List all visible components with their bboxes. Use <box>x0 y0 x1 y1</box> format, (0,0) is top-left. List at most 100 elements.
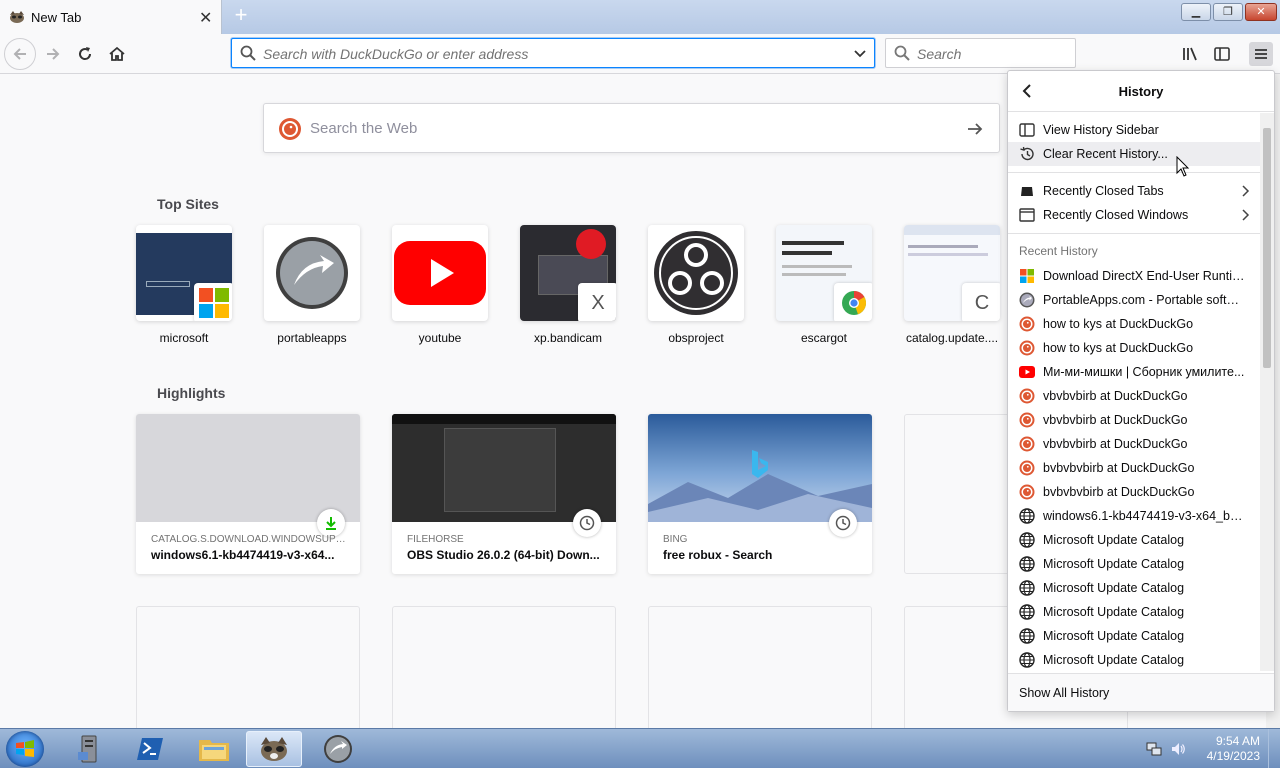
history-entry[interactable]: vbvbvbirb at DuckDuckGo <box>1008 432 1260 456</box>
chevron-right-icon <box>1242 185 1250 197</box>
close-window-button[interactable]: ✕ <box>1245 3 1277 21</box>
portableapps-icon <box>276 237 348 309</box>
hamburger-menu-icon <box>1255 49 1267 59</box>
show-desktop-button[interactable] <box>1268 729 1280 768</box>
history-entry-label: vbvbvbirb at DuckDuckGo <box>1043 413 1188 427</box>
history-entry[interactable]: vbvbvbirb at DuckDuckGo <box>1008 384 1260 408</box>
minimize-button[interactable]: ▁ <box>1181 3 1211 21</box>
open-menu-button[interactable] <box>1249 42 1273 66</box>
history-entry[interactable]: Download DirectX End-User Runtime... <box>1008 264 1260 288</box>
globe-icon <box>1019 556 1035 572</box>
top-site-label: escargot <box>800 331 848 345</box>
view-history-sidebar-item[interactable]: View History Sidebar <box>1008 118 1260 142</box>
top-site-label: xp.bandicam <box>533 331 603 345</box>
taskbar-powershell[interactable] <box>122 731 178 767</box>
history-entry[interactable]: Microsoft Update Catalog <box>1008 648 1260 672</box>
highlight-card[interactable]: BING free robux - Search <box>648 414 872 574</box>
taskbar-server-manager[interactable] <box>62 731 118 767</box>
history-scrollbar[interactable] <box>1260 113 1274 671</box>
reload-button[interactable] <box>69 38 101 70</box>
library-button[interactable] <box>1178 42 1202 66</box>
highlight-card[interactable]: CATALOG.S.DOWNLOAD.WINDOWSUPDA... window… <box>136 414 360 574</box>
history-entry[interactable]: Microsoft Update Catalog <box>1008 576 1260 600</box>
clock[interactable]: 9:54 AM 4/19/2023 <box>1207 734 1260 764</box>
top-site-label: portableapps <box>277 331 347 345</box>
separator <box>1008 172 1260 173</box>
history-entry[interactable]: Microsoft Update Catalog <box>1008 600 1260 624</box>
taskbar-explorer[interactable] <box>186 731 242 767</box>
chevron-down-icon[interactable] <box>852 45 868 61</box>
restore-icon: ❐ <box>1223 6 1233 18</box>
back-button[interactable] <box>4 38 36 70</box>
history-entry[interactable]: Microsoft Update Catalog <box>1008 552 1260 576</box>
top-site-youtube[interactable]: youtube <box>392 225 490 345</box>
site-thumbnail <box>776 225 872 321</box>
clock-date: 4/19/2023 <box>1206 749 1260 763</box>
top-site-label: catalog.update.... <box>905 331 999 345</box>
highlight-thumbnail <box>648 414 872 522</box>
history-entry[interactable]: Microsoft Update Catalog <box>1008 528 1260 552</box>
duckduckgo-icon <box>1019 412 1035 428</box>
history-panel: History View History Sidebar Clear Recen… <box>1007 70 1275 712</box>
system-tray <box>1146 741 1186 757</box>
search-icon <box>240 45 256 61</box>
search-bar-placeholder: Search <box>917 46 962 62</box>
history-entry[interactable]: how to kys at DuckDuckGo <box>1008 336 1260 360</box>
microsoft-icon <box>194 283 232 321</box>
site-thumbnail <box>648 225 744 321</box>
highlight-card[interactable]: FILEHORSE OBS Studio 26.0.2 (64-bit) Dow… <box>392 414 616 574</box>
history-entry-label: vbvbvbirb at DuckDuckGo <box>1043 437 1188 451</box>
taskbar-portableapps[interactable] <box>310 731 366 767</box>
top-site-escargot[interactable]: escargot <box>776 225 874 345</box>
new-tab-button[interactable]: + <box>230 4 252 27</box>
forward-button[interactable] <box>37 38 69 70</box>
top-site-bandicam[interactable]: X xp.bandicam <box>520 225 618 345</box>
history-icon <box>1019 146 1035 162</box>
history-entry[interactable]: how to kys at DuckDuckGo <box>1008 312 1260 336</box>
recently-closed-tabs-item[interactable]: Recently Closed Tabs <box>1008 179 1260 203</box>
history-entry[interactable]: Ми-ми-мишки | Сборник умилите... <box>1008 360 1260 384</box>
top-site-microsoft[interactable]: microsoft <box>136 225 234 345</box>
arrow-right-icon[interactable] <box>965 119 985 139</box>
address-bar-placeholder: Search with DuckDuckGo or enter address <box>263 46 529 62</box>
history-entry[interactable]: PortableApps.com - Portable softwa... <box>1008 288 1260 312</box>
search-bar[interactable]: Search <box>885 38 1076 68</box>
scrollbar-thumb[interactable] <box>1263 128 1271 368</box>
top-sites-heading: Top Sites <box>157 196 219 212</box>
duckduckgo-icon <box>1019 316 1035 332</box>
address-bar[interactable]: Search with DuckDuckGo or enter address <box>231 38 875 68</box>
network-icon[interactable] <box>1146 741 1162 757</box>
top-site-obsproject[interactable]: obsproject <box>648 225 746 345</box>
history-entry[interactable]: windows6.1-kb4474419-v3-x64_b561... <box>1008 504 1260 528</box>
history-entry[interactable]: vbvbvbirb at DuckDuckGo <box>1008 408 1260 432</box>
web-search-placeholder: Search the Web <box>310 120 418 137</box>
history-entry[interactable]: bvbvbvbirb at DuckDuckGo <box>1008 456 1260 480</box>
recently-closed-windows-item[interactable]: Recently Closed Windows <box>1008 203 1260 227</box>
separator <box>1008 233 1260 234</box>
clear-recent-history-item[interactable]: Clear Recent History... <box>1008 142 1260 166</box>
top-site-catalog-update[interactable]: C catalog.update.... <box>904 225 1002 345</box>
chevron-right-icon <box>1242 209 1250 221</box>
history-entry[interactable]: Microsoft Update Catalog <box>1008 624 1260 648</box>
duckduckgo-icon <box>1019 340 1035 356</box>
globe-icon <box>1019 508 1035 524</box>
sidebar-button[interactable] <box>1210 42 1234 66</box>
close-tab-icon[interactable]: ✕ <box>199 8 212 28</box>
web-search-box[interactable]: Search the Web <box>263 103 1000 153</box>
volume-icon[interactable] <box>1170 741 1186 757</box>
tab-new-tab[interactable]: New Tab ✕ <box>0 0 222 34</box>
history-entry-label: Download DirectX End-User Runtime... <box>1043 269 1247 283</box>
history-entry[interactable]: bvbvbvbirb at DuckDuckGo <box>1008 480 1260 504</box>
top-site-portableapps[interactable]: portableapps <box>264 225 362 345</box>
start-button[interactable] <box>6 731 44 767</box>
empty-highlight-slot <box>648 606 872 728</box>
folder-icon <box>199 740 229 761</box>
search-icon <box>894 45 910 61</box>
portableapps-icon <box>1019 292 1035 308</box>
show-all-history-button[interactable]: Show All History <box>1008 673 1274 711</box>
restore-button[interactable]: ❐ <box>1213 3 1243 21</box>
taskbar-browser[interactable] <box>246 731 302 767</box>
top-site-label: obsproject <box>668 331 724 345</box>
home-button[interactable] <box>101 38 133 70</box>
raccoon-favicon-icon <box>10 11 24 23</box>
